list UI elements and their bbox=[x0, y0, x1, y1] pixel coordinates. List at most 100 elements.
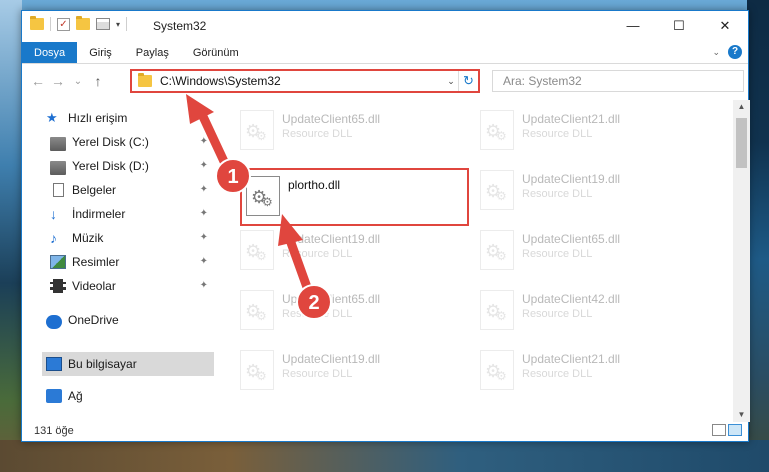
view-toggle bbox=[712, 424, 742, 436]
file-item[interactable]: UpdateClient65.dll Resource DLL bbox=[240, 290, 472, 342]
file-item[interactable]: UpdateClient42.dll Resource DLL bbox=[480, 290, 712, 342]
dll-file-icon bbox=[240, 290, 274, 330]
maximize-button[interactable]: ☐ bbox=[656, 11, 702, 40]
window-title: System32 bbox=[153, 19, 207, 33]
sidebar-item-quick-access[interactable]: ★ Hızlı erişim bbox=[46, 106, 214, 130]
file-type: Resource DLL bbox=[282, 368, 353, 380]
dll-file-icon bbox=[240, 110, 274, 150]
help-icon[interactable]: ? bbox=[728, 45, 742, 59]
disk-icon bbox=[50, 160, 66, 175]
pin-icon: ✦ bbox=[199, 184, 208, 195]
address-path[interactable]: C:\Windows\System32 bbox=[160, 74, 444, 88]
sidebar-item-label: Videolar bbox=[72, 279, 116, 293]
recent-locations-chevron-icon[interactable]: ⌄ bbox=[68, 76, 88, 87]
navigation-bar: ← → ⌄ ↑ C:\Windows\System32 ⌄ ↻ Ara: Sys… bbox=[22, 64, 748, 98]
sidebar-item-label: Yerel Disk (C:) bbox=[72, 135, 149, 149]
ribbon-right-controls: ⌄ ? bbox=[712, 45, 742, 59]
properties-check-icon[interactable]: ✓ bbox=[57, 17, 70, 31]
file-type: Resource DLL bbox=[522, 188, 593, 200]
dll-file-icon bbox=[480, 110, 514, 150]
dll-file-icon bbox=[240, 350, 274, 390]
file-type: Resource DLL bbox=[282, 308, 353, 320]
quick-access-toolbar: ✓ ▾ bbox=[30, 16, 128, 31]
dll-file-icon bbox=[480, 290, 514, 330]
scrollbar-thumb[interactable] bbox=[736, 118, 747, 168]
tab-giris[interactable]: Giriş bbox=[77, 42, 124, 63]
sidebar-item-videos[interactable]: Videolar ✦ bbox=[50, 274, 214, 298]
file-name: UpdateClient19.dll bbox=[282, 232, 381, 246]
folder-icon bbox=[30, 16, 44, 30]
file-type: Resource DLL bbox=[522, 248, 593, 260]
computer-icon bbox=[46, 357, 62, 371]
file-type: Resource DLL bbox=[522, 308, 593, 320]
address-history-chevron-down-icon[interactable]: ⌄ bbox=[444, 76, 458, 87]
sidebar-item-local-disk-c[interactable]: Yerel Disk (C:) ✦ bbox=[50, 130, 214, 154]
properties-icon[interactable] bbox=[96, 18, 110, 30]
sidebar-item-documents[interactable]: Belgeler ✦ bbox=[50, 178, 214, 202]
file-item[interactable]: UpdateClient19.dll Resource DLL bbox=[240, 350, 472, 402]
minimize-button[interactable]: — bbox=[610, 11, 656, 40]
sidebar-item-label: Belgeler bbox=[72, 183, 117, 197]
video-icon bbox=[50, 279, 66, 293]
file-explorer-window: ✓ ▾ System32 — ☐ ✕ Dosya Giriş Paylaş Gö… bbox=[21, 10, 750, 442]
dll-file-icon bbox=[480, 230, 514, 270]
sidebar-item-label: Bu bilgisayar bbox=[68, 357, 137, 371]
address-bar[interactable]: C:\Windows\System32 ⌄ ↻ bbox=[130, 69, 480, 93]
customize-toolbar-chevron-down-icon[interactable]: ▾ bbox=[116, 20, 120, 29]
sidebar-item-label: İndirmeler bbox=[72, 207, 126, 221]
back-button[interactable]: ← bbox=[28, 73, 48, 89]
explorer-content: ★ Hızlı erişim Yerel Disk (C:) ✦ Yerel D… bbox=[22, 100, 750, 422]
file-name: UpdateClient19.dll bbox=[282, 352, 381, 366]
file-name: UpdateClient42.dll bbox=[522, 292, 621, 306]
status-bar: 131 öğe bbox=[22, 420, 748, 441]
sidebar-item-this-pc[interactable]: Bu bilgisayar bbox=[42, 352, 214, 376]
tab-paylas[interactable]: Paylaş bbox=[124, 42, 181, 63]
sidebar-item-label: Yerel Disk (D:) bbox=[72, 159, 149, 173]
file-item[interactable]: UpdateClient65.dll Resource DLL bbox=[480, 230, 712, 282]
expand-ribbon-chevron-icon[interactable]: ⌄ bbox=[712, 47, 720, 58]
search-input[interactable]: Ara: System32 bbox=[492, 70, 744, 92]
document-icon-wrap bbox=[50, 183, 66, 197]
file-name: plortho.dll bbox=[288, 178, 341, 192]
tab-dosya[interactable]: Dosya bbox=[22, 42, 78, 63]
file-item[interactable]: UpdateClient21.dll Resource DLL bbox=[480, 350, 712, 402]
disk-icon bbox=[50, 136, 66, 151]
desktop-background-right bbox=[747, 0, 769, 472]
pin-icon: ✦ bbox=[199, 280, 208, 291]
details-view-icon[interactable] bbox=[712, 424, 726, 436]
picture-icon bbox=[50, 255, 66, 269]
file-type: Resource DLL bbox=[522, 368, 593, 380]
up-button[interactable]: ↑ bbox=[88, 73, 108, 89]
sidebar-item-network[interactable]: Ağ bbox=[46, 384, 214, 408]
sidebar-item-onedrive[interactable]: OneDrive bbox=[46, 308, 214, 332]
dll-file-icon bbox=[480, 350, 514, 390]
pin-icon: ✦ bbox=[199, 256, 208, 267]
refresh-button[interactable]: ↻ bbox=[458, 71, 478, 91]
sidebar-item-pictures[interactable]: Resimler ✦ bbox=[50, 250, 214, 274]
file-item[interactable]: UpdateClient65.dll Resource DLL bbox=[240, 110, 472, 162]
file-item-plortho-highlighted[interactable]: plortho.dll bbox=[240, 168, 469, 226]
sidebar-item-label: Müzik bbox=[72, 231, 104, 245]
sidebar-item-label: Hızlı erişim bbox=[68, 111, 128, 125]
toolbar-divider bbox=[50, 17, 51, 31]
tab-gorunum[interactable]: Görünüm bbox=[181, 42, 251, 63]
sidebar-item-downloads[interactable]: ↓ İndirmeler ✦ bbox=[50, 202, 214, 226]
file-item[interactable]: UpdateClient19.dll Resource DLL bbox=[240, 230, 472, 282]
document-icon bbox=[53, 183, 64, 197]
file-item[interactable]: UpdateClient21.dll Resource DLL bbox=[480, 110, 712, 162]
pin-icon: ✦ bbox=[199, 160, 208, 171]
sidebar-item-label: OneDrive bbox=[68, 313, 119, 327]
new-folder-icon[interactable] bbox=[76, 16, 90, 30]
file-list: UpdateClient65.dll Resource DLL UpdateCl… bbox=[218, 100, 750, 422]
scroll-up-arrow-icon[interactable]: ▲ bbox=[733, 100, 750, 114]
large-icons-view-icon[interactable] bbox=[728, 424, 742, 436]
sidebar-item-music[interactable]: ♪ Müzik ✦ bbox=[50, 226, 214, 250]
vertical-scrollbar[interactable]: ▲ ▼ bbox=[733, 100, 750, 422]
sidebar-item-label: Ağ bbox=[68, 389, 83, 403]
folder-icon bbox=[138, 73, 152, 87]
close-button[interactable]: ✕ bbox=[702, 11, 748, 40]
file-item[interactable]: UpdateClient19.dll Resource DLL bbox=[480, 170, 712, 222]
desktop-background-bottom bbox=[0, 440, 769, 472]
forward-button[interactable]: → bbox=[48, 73, 68, 89]
sidebar-item-local-disk-d[interactable]: Yerel Disk (D:) ✦ bbox=[50, 154, 214, 178]
